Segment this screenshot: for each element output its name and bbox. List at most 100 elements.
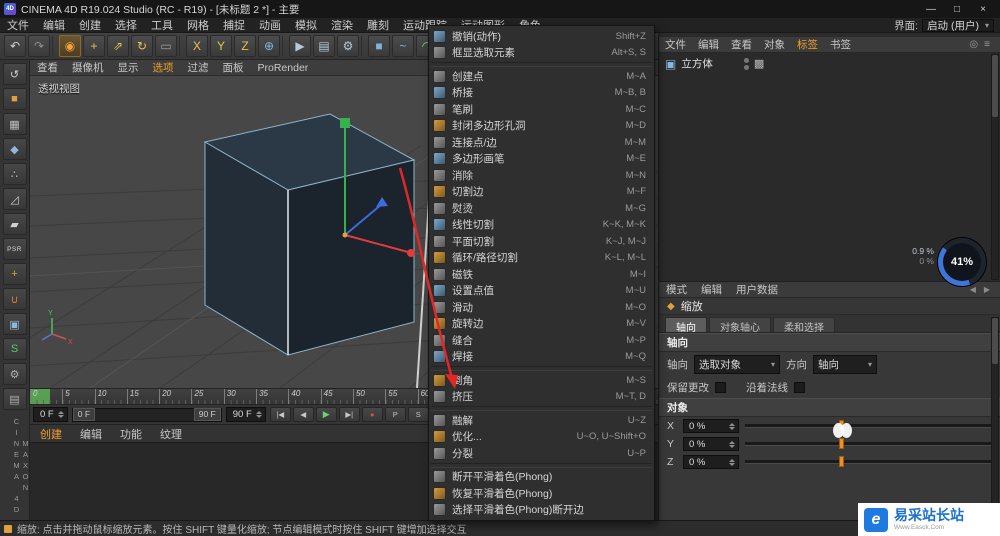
stepper-icon[interactable] [255, 411, 262, 418]
rotate-icon[interactable]: ↻ [131, 35, 153, 57]
timeline-tick[interactable]: 30 [223, 389, 256, 404]
context-menu-item[interactable]: 创建点 M~A [429, 68, 654, 85]
viewport-menu-item[interactable]: 显示 [111, 60, 146, 75]
range-end-handle[interactable]: 90 F [193, 408, 221, 421]
context-menu-item[interactable]: 倒角 M~S [429, 372, 654, 389]
context-menu-item[interactable]: 循环/路径切割 K~L, M~L [429, 250, 654, 267]
scale-icon[interactable]: ⇗ [107, 35, 129, 57]
stepper-icon[interactable] [57, 411, 64, 418]
range-start-handle[interactable]: 0 F [72, 408, 96, 421]
menubar-item[interactable]: 选择 [108, 17, 144, 33]
direction-dropdown[interactable]: 轴向 ▾ [813, 355, 877, 374]
toolbar-separator[interactable] [361, 36, 366, 56]
timeline-tick[interactable]: 55 [385, 389, 417, 404]
context-menu-item[interactable] [431, 406, 652, 411]
filter-icon[interactable]: ≡ [984, 39, 990, 50]
render-view-icon[interactable]: ▶ [289, 35, 311, 57]
move-icon[interactable]: + [83, 35, 105, 57]
timeline-tick[interactable]: 45 [320, 389, 353, 404]
add-cube-icon[interactable]: ■ [368, 35, 390, 57]
key-position-button[interactable]: P [384, 407, 406, 422]
convert-object-icon[interactable]: ↺ [2, 63, 27, 85]
close-button[interactable]: × [970, 1, 996, 17]
search-icon[interactable]: ◎ [969, 39, 978, 50]
timeline-tick[interactable]: 35 [256, 389, 288, 404]
slider-handle[interactable] [838, 438, 844, 449]
object-manager-menu-item[interactable]: 查看 [725, 37, 758, 52]
menubar-item[interactable]: 创建 [72, 17, 108, 33]
timeline-tick[interactable]: 0 [30, 389, 62, 404]
forward-icon[interactable]: ▶ [984, 285, 990, 294]
slider-track[interactable] [745, 420, 992, 431]
interface-select[interactable]: 启动 (用户) ▾ [922, 18, 994, 32]
material-tab[interactable]: 纹理 [160, 426, 182, 442]
psr-tool-icon[interactable]: PSR [2, 238, 27, 260]
context-menu-item[interactable]: 旋转边 M~V [429, 316, 654, 333]
context-menu-item[interactable]: 设置点值 M~U [429, 283, 654, 300]
context-menu-item[interactable]: 滑动 M~O [429, 299, 654, 316]
context-menu-item[interactable] [431, 462, 652, 468]
object-manager-menu-item[interactable]: 编辑 [692, 37, 725, 52]
axis-z-lock-icon[interactable]: Z [234, 35, 256, 57]
palette-icon[interactable]: ▤ [2, 388, 27, 410]
menubar-item[interactable]: 工具 [144, 17, 180, 33]
menubar-item[interactable]: 网格 [180, 17, 216, 33]
cube-object[interactable] [203, 113, 416, 356]
context-menu-item[interactable]: 线性切割 K~K, M~K [429, 217, 654, 234]
context-menu-item[interactable]: 分裂 U~P [429, 445, 654, 462]
object-manager-menu-item[interactable]: 书签 [824, 37, 857, 52]
object-row-cube[interactable]: ▣ 立方体 ▩ [659, 53, 1000, 74]
toolbar-separator[interactable] [52, 36, 57, 56]
stepper-icon[interactable] [729, 458, 735, 466]
axis-modify-icon[interactable]: + [2, 263, 27, 285]
object-manager-menu-item[interactable]: 对象 [758, 37, 791, 52]
material-tab[interactable]: 功能 [120, 426, 142, 442]
end-frame-field[interactable]: 90 F [225, 407, 266, 422]
points-mode-icon[interactable]: ∴ [2, 163, 27, 185]
toolbar-separator[interactable] [179, 36, 184, 56]
context-menu-item[interactable]: 磁铁 M~I [429, 266, 654, 283]
menubar-item[interactable]: 文件 [0, 17, 36, 33]
render-settings-icon[interactable]: ⚙ [337, 35, 359, 57]
timeline-tick[interactable]: 50 [352, 389, 385, 404]
slider-track[interactable] [745, 456, 992, 467]
axis-y-lock-icon[interactable]: Y [210, 35, 232, 57]
edges-mode-icon[interactable]: ◿ [2, 188, 27, 210]
key-scale-button[interactable]: S [407, 407, 429, 422]
record-button[interactable]: ● [361, 407, 383, 422]
undo-icon[interactable]: ↶ [4, 35, 26, 57]
object-manager-menu-item[interactable]: 文件 [659, 37, 692, 52]
material-tab[interactable]: 创建 [40, 426, 62, 442]
context-menu-item[interactable]: 多边形画笔 M~E [429, 151, 654, 168]
prev-frame-button[interactable]: ◀ [292, 407, 314, 422]
context-menu-item[interactable]: 连接点/边 M~M [429, 134, 654, 151]
menubar-item[interactable]: 捕捉 [216, 17, 252, 33]
viewport-menu-item[interactable]: 面板 [216, 60, 251, 75]
slider-track[interactable] [745, 438, 992, 449]
workplane-mode-icon[interactable]: ◆ [2, 138, 27, 160]
context-menu-item[interactable] [431, 366, 652, 371]
last-tool-icon[interactable]: ▭ [155, 35, 177, 57]
attribute-tab[interactable]: 轴向 [665, 317, 707, 334]
redo-icon[interactable]: ↷ [28, 35, 50, 57]
context-menu-item[interactable]: 缝合 M~P [429, 332, 654, 349]
context-menu-item[interactable]: 融解 U~Z [429, 412, 654, 429]
menubar-item[interactable]: 动画 [252, 17, 288, 33]
phong-tag-icon[interactable]: ▩ [754, 57, 764, 70]
back-icon[interactable]: ◀ [970, 285, 976, 294]
timeline-tick[interactable]: 20 [159, 389, 191, 404]
viewport-menu-item[interactable]: ProRender [251, 62, 316, 74]
quantize-icon[interactable]: ▣ [2, 313, 27, 335]
attribute-tab[interactable]: 柔和选择 [773, 317, 835, 334]
attribute-menu-item[interactable]: 编辑 [694, 282, 729, 297]
context-menu-item[interactable]: 封闭多边形孔洞 M~D [429, 118, 654, 135]
menubar-item[interactable]: 渲染 [324, 17, 360, 33]
viewport-menu-item[interactable]: 选项 [146, 60, 181, 75]
current-frame-field[interactable]: 0 F [33, 407, 68, 422]
context-menu-item[interactable]: 撤销(动作) Shift+Z [429, 28, 654, 45]
toolbar-separator[interactable] [282, 36, 287, 56]
context-menu-item[interactable] [431, 62, 652, 67]
frame-range-slider[interactable]: 0 F 90 F [71, 407, 222, 422]
object-manager-menu-item[interactable]: 标签 [791, 37, 824, 52]
menubar-item[interactable]: 模拟 [288, 17, 324, 33]
